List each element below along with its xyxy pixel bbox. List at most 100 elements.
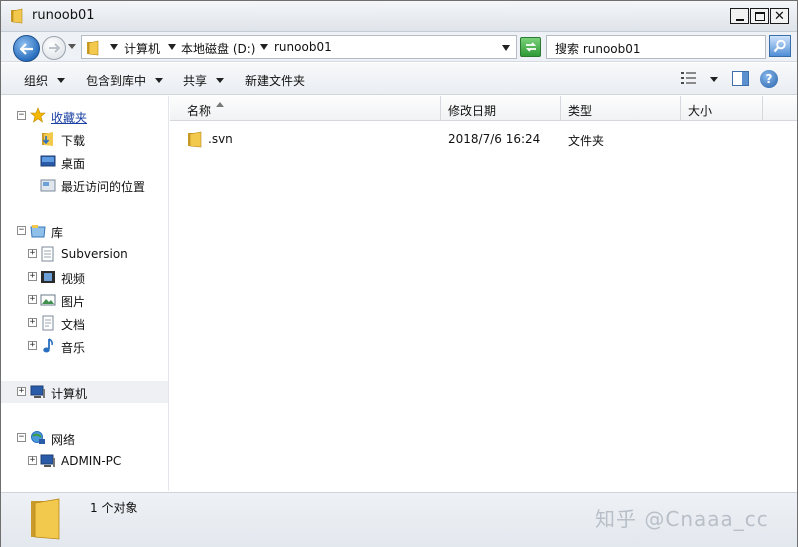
expand-icon[interactable]: + bbox=[28, 295, 37, 304]
sidebar-item-label: 视频 bbox=[61, 272, 86, 286]
organize-label: 组织 bbox=[24, 74, 49, 88]
chevron-down-icon[interactable] bbox=[110, 44, 118, 50]
sidebar-item-label: 音乐 bbox=[61, 341, 86, 355]
expand-icon[interactable]: + bbox=[28, 272, 37, 281]
organize-menu[interactable]: 组织 bbox=[24, 72, 66, 89]
expand-icon[interactable]: + bbox=[17, 387, 26, 396]
collapse-icon[interactable]: − bbox=[17, 433, 26, 442]
sort-ascending-icon bbox=[216, 102, 224, 107]
recent-places-icon bbox=[40, 179, 56, 192]
minimize-button[interactable] bbox=[730, 8, 749, 24]
downloads-folder-icon bbox=[42, 132, 53, 146]
sidebar-item-admin-pc[interactable]: + ADMIN-PC bbox=[1, 451, 169, 471]
close-button[interactable]: ✕ bbox=[770, 8, 789, 24]
breadcrumb-runoob01[interactable]: runoob01 bbox=[274, 40, 332, 54]
view-dropdown-icon[interactable] bbox=[710, 77, 718, 82]
watermark: 知乎 @Cnaaa_cc bbox=[595, 507, 769, 531]
explorer-window: runoob01 ✕ 计算机 本地磁盘 (D:) runoob01 搜索 run… bbox=[0, 0, 798, 547]
details-pane: 1 个对象 知乎 @Cnaaa_cc bbox=[1, 492, 797, 547]
column-header-modified[interactable]: 修改日期 bbox=[441, 96, 561, 121]
folder-icon bbox=[11, 8, 23, 24]
sidebar-item-label: 下载 bbox=[61, 134, 86, 148]
recent-pages-dropdown-icon[interactable] bbox=[68, 44, 76, 49]
column-header-label: 类型 bbox=[568, 104, 593, 118]
search-placeholder: 搜索 runoob01 bbox=[555, 42, 641, 56]
new-folder-button[interactable]: 新建文件夹 bbox=[245, 72, 305, 89]
expand-icon[interactable]: + bbox=[28, 456, 37, 465]
sidebar-item-label: 库 bbox=[51, 226, 64, 240]
include-in-library-menu[interactable]: 包含到库中 bbox=[86, 72, 164, 89]
sidebar-item-downloads[interactable]: 下载 bbox=[1, 129, 169, 149]
chevron-down-icon[interactable] bbox=[260, 44, 268, 50]
view-options-icon[interactable] bbox=[681, 71, 697, 85]
preview-pane-icon[interactable] bbox=[732, 71, 749, 86]
sidebar-item-label: 收藏夹 bbox=[51, 111, 88, 125]
chevron-down-icon[interactable] bbox=[168, 44, 176, 50]
collapse-icon[interactable]: − bbox=[17, 226, 26, 235]
table-row[interactable]: .svn 2018/7/6 16:24 文件夹 bbox=[170, 128, 797, 150]
column-header-name[interactable]: 名称 bbox=[170, 96, 441, 121]
help-icon[interactable]: ? bbox=[760, 70, 778, 88]
sidebar-item-label: 图片 bbox=[61, 295, 86, 309]
window-title: runoob01 bbox=[32, 8, 95, 23]
column-header-size[interactable]: 大小 bbox=[681, 96, 763, 121]
search-button[interactable] bbox=[769, 35, 791, 57]
refresh-button[interactable] bbox=[520, 37, 541, 57]
title-bar: runoob01 ✕ bbox=[1, 1, 797, 32]
sidebar-item-label: 最近访问的位置 bbox=[61, 180, 146, 194]
arrow-right-icon bbox=[49, 43, 60, 53]
maximize-button[interactable] bbox=[750, 8, 769, 24]
network-icon bbox=[31, 431, 45, 444]
column-header-label: 修改日期 bbox=[448, 104, 497, 118]
folder-icon bbox=[31, 498, 60, 540]
chevron-down-icon bbox=[216, 78, 225, 83]
expand-icon[interactable]: + bbox=[28, 249, 37, 258]
sidebar-item-label: 桌面 bbox=[61, 157, 86, 171]
sidebar-item-label: 计算机 bbox=[51, 387, 88, 401]
chevron-down-icon bbox=[155, 78, 164, 83]
arrow-left-icon bbox=[19, 42, 33, 55]
share-menu[interactable]: 共享 bbox=[183, 72, 225, 89]
column-header-label: 名称 bbox=[187, 104, 212, 118]
sidebar-item-computer[interactable]: + 计算机 bbox=[1, 382, 169, 402]
library-icon bbox=[30, 225, 46, 238]
column-header-label: 大小 bbox=[688, 104, 713, 118]
computer-icon bbox=[30, 385, 45, 398]
include-in-library-label: 包含到库中 bbox=[86, 74, 147, 88]
sidebar-item-network[interactable]: − 网络 bbox=[1, 428, 169, 448]
sidebar-item-pictures[interactable]: + 图片 bbox=[1, 290, 169, 310]
sidebar-item-desktop[interactable]: 桌面 bbox=[1, 152, 169, 172]
chevron-down-icon bbox=[57, 78, 66, 83]
item-count: 1 个对象 bbox=[90, 501, 138, 515]
breadcrumb-local-disk[interactable]: 本地磁盘 (D:) bbox=[181, 40, 255, 57]
sidebar-item-videos[interactable]: + 视频 bbox=[1, 267, 169, 287]
file-modified: 2018/7/6 16:24 bbox=[448, 132, 541, 146]
column-header-type[interactable]: 类型 bbox=[561, 96, 681, 121]
search-input[interactable]: 搜索 runoob01 bbox=[546, 35, 766, 59]
column-header-row: 名称 修改日期 类型 大小 bbox=[170, 96, 797, 121]
forward-button[interactable] bbox=[42, 36, 66, 60]
file-type: 文件夹 bbox=[568, 134, 605, 148]
new-folder-label: 新建文件夹 bbox=[245, 74, 306, 88]
pictures-icon bbox=[40, 294, 56, 306]
address-bar[interactable]: 计算机 本地磁盘 (D:) runoob01 bbox=[81, 35, 517, 59]
sidebar-item-documents[interactable]: + 文档 bbox=[1, 313, 169, 333]
sidebar-item-music[interactable]: + 音乐 bbox=[1, 336, 169, 356]
sidebar-item-favorites[interactable]: − 收藏夹 bbox=[1, 106, 169, 126]
file-list: 名称 修改日期 类型 大小 .svn 2018/7/6 16:24 文件夹 bbox=[170, 96, 797, 491]
sidebar-item-libraries[interactable]: − 库 bbox=[1, 221, 169, 241]
expand-icon[interactable]: + bbox=[28, 318, 37, 327]
sidebar-item-label: 网络 bbox=[51, 433, 76, 447]
sidebar-item-subversion[interactable]: + Subversion bbox=[1, 244, 169, 264]
folder-icon bbox=[188, 131, 202, 148]
back-button[interactable] bbox=[13, 35, 40, 62]
address-history-dropdown-icon[interactable] bbox=[502, 45, 510, 51]
share-label: 共享 bbox=[183, 74, 208, 88]
star-icon bbox=[30, 107, 46, 123]
expand-icon[interactable]: + bbox=[28, 341, 37, 350]
sidebar-item-recent-places[interactable]: 最近访问的位置 bbox=[1, 175, 169, 195]
sidebar-item-label: 文档 bbox=[61, 318, 86, 332]
collapse-icon[interactable]: − bbox=[17, 111, 26, 120]
desktop-icon bbox=[40, 155, 56, 167]
breadcrumb-computer[interactable]: 计算机 bbox=[124, 40, 160, 57]
